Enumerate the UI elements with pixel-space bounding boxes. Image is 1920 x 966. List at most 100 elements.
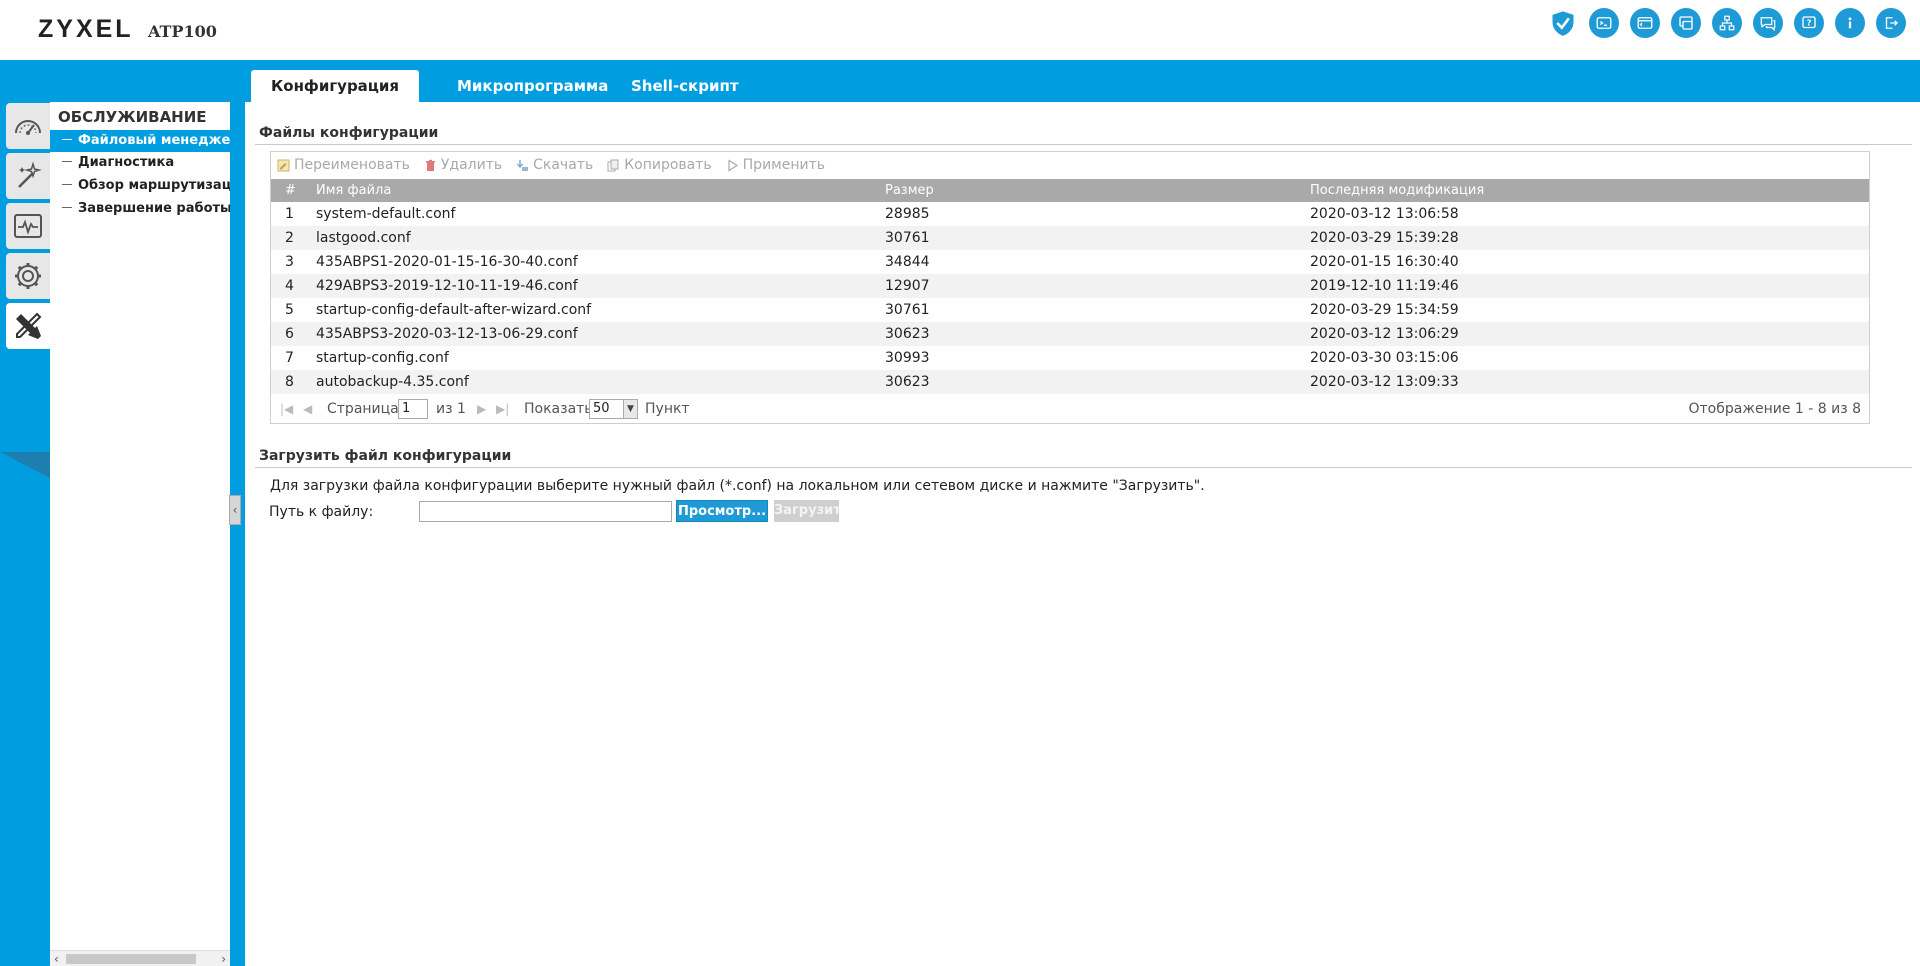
cli-icon[interactable] [1630, 8, 1660, 38]
chevron-left-icon: ‹ [232, 503, 238, 517]
cell-size: 30761 [885, 230, 930, 246]
copy-button[interactable]: Копировать [607, 157, 712, 173]
cell-size: 34844 [885, 254, 930, 270]
cell-name: 435ABPS3-2020-03-12-13-06-29.conf [316, 326, 578, 342]
console-icon[interactable] [1589, 8, 1619, 38]
delete-button[interactable]: Удалить [424, 157, 502, 173]
file-path-label: Путь к файлу: [269, 504, 374, 520]
help-icon[interactable]: ? [1794, 8, 1824, 38]
grid-pager: |◀ ◀ Страница 1 из 1 ▶ ▶| Показать 50 ▼ … [271, 395, 1869, 423]
page-count-label: из 1 [436, 401, 466, 417]
upload-button[interactable]: Загрузить [774, 500, 839, 522]
cell-name: 435ABPS1-2020-01-15-16-30-40.conf [316, 254, 578, 270]
nav-section-title: ОБСЛУЖИВАНИЕ [58, 108, 207, 126]
chat-icon[interactable] [1753, 8, 1783, 38]
cell-num: 4 [285, 278, 294, 294]
nav-panel: ОБСЛУЖИВАНИЕ Файловый менеджер Диагности… [50, 102, 230, 966]
cell-date: 2020-03-29 15:34:59 [1310, 302, 1459, 318]
monitor-icon[interactable] [6, 203, 50, 249]
left-icon-rail [0, 102, 50, 966]
cell-date: 2019-12-10 11:19:46 [1310, 278, 1459, 294]
nav-item-label: Завершение работы [78, 201, 230, 216]
tab-firmware[interactable]: Микропрограмма [457, 70, 608, 102]
nav-item-diagnostics[interactable]: Диагностика [50, 152, 230, 174]
file-path-input[interactable] [419, 501, 672, 522]
page-size-select[interactable]: 50 ▼ [589, 399, 638, 419]
apply-button[interactable]: Применить [726, 157, 825, 173]
copy-icon [607, 159, 619, 171]
logout-icon[interactable] [1876, 8, 1906, 38]
column-header-name[interactable]: Имя файла [316, 179, 391, 202]
play-icon [728, 158, 738, 172]
collapse-nav-handle[interactable]: ‹ [229, 495, 241, 525]
download-label: Скачать [533, 157, 594, 173]
section-divider [255, 144, 1912, 145]
tab-configuration[interactable]: Конфигурация [251, 70, 420, 102]
last-page-icon[interactable]: ▶| [496, 395, 509, 423]
cell-size: 30761 [885, 302, 930, 318]
nav-item-file-manager[interactable]: Файловый менеджер [50, 130, 230, 152]
config-files-title: Файлы конфигурации [259, 125, 439, 141]
table-row[interactable]: 6 435ABPS3-2020-03-12-13-06-29.conf 3062… [271, 322, 1869, 346]
column-header-num[interactable]: # [285, 179, 296, 202]
cell-name: startup-config-default-after-wizard.conf [316, 302, 592, 318]
cell-num: 3 [285, 254, 294, 270]
column-header-date[interactable]: Последняя модификация [1310, 179, 1484, 202]
show-label: Показать [524, 401, 593, 417]
cell-size: 30993 [885, 350, 930, 366]
table-row[interactable]: 5 startup-config-default-after-wizard.co… [271, 298, 1869, 322]
items-label: Пункт [645, 401, 690, 417]
cell-date: 2020-03-12 13:06:29 [1310, 326, 1459, 342]
prev-page-icon[interactable]: ◀ [303, 395, 312, 423]
grid-header-row: # Имя файла Размер Последняя модификация [271, 179, 1869, 202]
cell-num: 1 [285, 206, 294, 222]
next-page-icon[interactable]: ▶ [477, 395, 486, 423]
cell-name: lastgood.conf [316, 230, 411, 246]
nav-item-label: Обзор маршрутизации [78, 178, 230, 193]
configuration-icon[interactable] [6, 253, 50, 299]
rename-icon [277, 159, 290, 171]
apply-label: Применить [742, 157, 826, 173]
rename-button[interactable]: Переименовать [277, 157, 410, 173]
browse-button[interactable]: Просмотр... [676, 500, 768, 522]
cell-date: 2020-03-12 13:06:58 [1310, 206, 1459, 222]
download-button[interactable]: Скачать [516, 157, 593, 173]
section-divider [255, 467, 1912, 468]
copy-label: Копировать [624, 157, 712, 173]
page-number-input[interactable]: 1 [398, 399, 428, 419]
window-icon[interactable] [1671, 8, 1701, 38]
scroll-right-icon[interactable]: › [221, 951, 226, 966]
maintenance-icon[interactable] [6, 303, 50, 349]
nav-item-shutdown[interactable]: Завершение работы [50, 198, 230, 220]
table-row[interactable]: 3 435ABPS1-2020-01-15-16-30-40.conf 3484… [271, 250, 1869, 274]
dashboard-icon[interactable] [6, 103, 50, 149]
table-row[interactable]: 7 startup-config.conf 30993 2020-03-30 0… [271, 346, 1869, 370]
table-row[interactable]: 4 429ABPS3-2019-12-10-11-19-46.conf 1290… [271, 274, 1869, 298]
nav-item-label: Файловый менеджер [78, 133, 230, 148]
table-row[interactable]: 8 autobackup-4.35.conf 30623 2020-03-12 … [271, 370, 1869, 394]
display-info: Отображение 1 - 8 из 8 [1688, 401, 1862, 417]
nav-item-routing-overview[interactable]: Обзор маршрутизации [50, 175, 230, 197]
info-icon[interactable] [1835, 8, 1865, 38]
nav-item-label: Диагностика [78, 155, 175, 170]
tab-shell-script[interactable]: Shell-скрипт [631, 70, 739, 102]
table-row[interactable]: 1 system-default.conf 28985 2020-03-12 1… [271, 202, 1869, 226]
table-row[interactable]: 2 lastgood.conf 30761 2020-03-29 15:39:2… [271, 226, 1869, 250]
scroll-left-icon[interactable]: ‹ [54, 951, 59, 966]
column-header-size[interactable]: Размер [885, 179, 934, 202]
cell-size: 12907 [885, 278, 930, 294]
cell-date: 2020-01-15 16:30:40 [1310, 254, 1459, 270]
shield-check-icon[interactable] [1548, 8, 1578, 38]
brand-logo: ZYXEL [38, 15, 134, 43]
nav-divider [230, 102, 245, 966]
svg-text:?: ? [1807, 18, 1812, 28]
rail-fold-decoration [0, 452, 50, 478]
network-tree-icon[interactable] [1712, 8, 1742, 38]
wizard-icon[interactable] [6, 153, 50, 199]
cell-name: startup-config.conf [316, 350, 449, 366]
nav-horizontal-scrollbar[interactable]: ‹ › [50, 950, 230, 966]
top-header: ZYXEL ATP100 ? [0, 0, 1920, 60]
first-page-icon[interactable]: |◀ [280, 395, 293, 423]
scroll-thumb[interactable] [66, 954, 196, 964]
chevron-down-icon: ▼ [623, 400, 637, 418]
